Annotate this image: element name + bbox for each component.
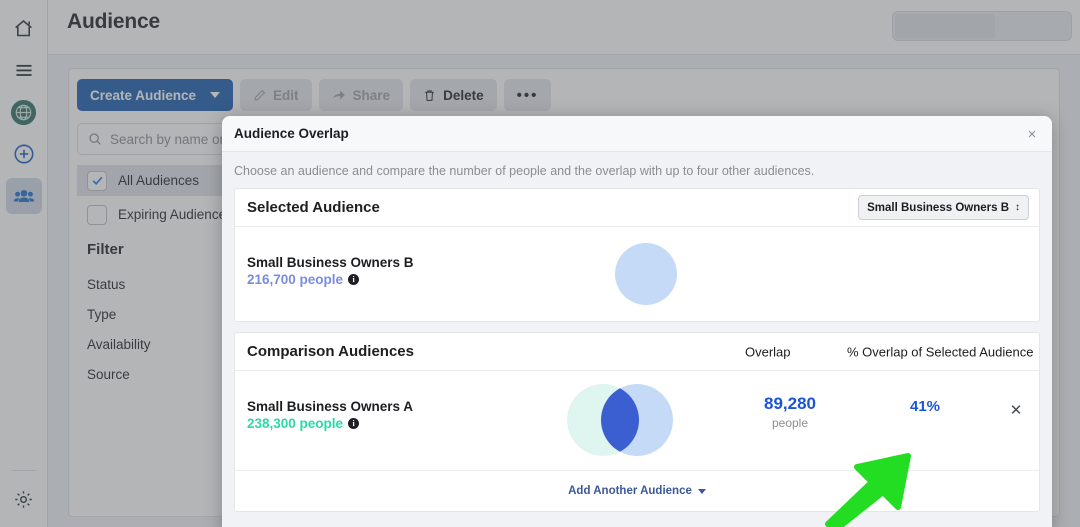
overlap-percent: 41%	[909, 398, 941, 415]
audience-select-dropdown[interactable]: Small Business Owners B ↕	[858, 195, 1029, 220]
remove-row-icon[interactable]: ✕	[1007, 401, 1025, 419]
updown-chevron-icon: ↕	[1015, 201, 1020, 213]
selected-audience-info: Small Business Owners B 216,700 people i	[247, 255, 414, 287]
comparison-audience-info: Small Business Owners A 238,300 people i	[247, 399, 413, 431]
audience-overlap-modal: Audience Overlap × Choose an audience an…	[222, 116, 1052, 527]
overlap-unit: people	[771, 416, 809, 430]
info-icon[interactable]: i	[348, 418, 360, 429]
modal-header: Audience Overlap ×	[222, 116, 1052, 152]
selected-audience-heading: Selected Audience	[247, 199, 380, 216]
comparison-audience-count-row: 238,300 people i	[247, 416, 413, 431]
selected-audience-header: Selected Audience Small Business Owners …	[235, 189, 1039, 227]
selected-audience-body: Small Business Owners B 216,700 people i	[235, 227, 1039, 321]
add-another-audience-label: Add Another Audience	[568, 485, 692, 497]
close-icon[interactable]: ×	[1022, 124, 1042, 144]
comparison-heading: Comparison Audiences	[247, 343, 414, 360]
chevron-down-icon	[697, 488, 706, 494]
venn-diagram	[567, 384, 673, 456]
selected-audience-circle	[615, 243, 677, 305]
selected-audience-count: 216,700 people	[247, 272, 344, 287]
comparison-audience-name: Small Business Owners A	[247, 399, 414, 414]
modal-title: Audience Overlap	[234, 126, 349, 141]
audience-overlap-screen: Audience Create Audience Edit Share Dele…	[0, 0, 1080, 527]
comparison-audience-count: 238,300 people	[247, 416, 344, 431]
column-header-percent: % Overlap of Selected Audience	[847, 344, 1034, 359]
audience-select-value: Small Business Owners B	[867, 201, 1009, 214]
info-icon[interactable]: i	[348, 274, 360, 285]
overlap-value: 89,280	[764, 394, 816, 413]
selected-audience-name: Small Business Owners B	[247, 255, 414, 270]
selected-audience-panel: Selected Audience Small Business Owners …	[234, 188, 1040, 322]
add-another-audience-button[interactable]: Add Another Audience	[235, 471, 1039, 511]
selected-audience-count-row: 216,700 people i	[247, 272, 414, 287]
overlap-value-group: 89,280 people	[735, 394, 845, 430]
table-row: Small Business Owners A 238,300 people i	[235, 371, 1039, 471]
column-header-overlap: Overlap	[745, 344, 791, 359]
comparison-header: Comparison Audiences Overlap % Overlap o…	[235, 333, 1039, 371]
modal-description: Choose an audience and compare the numbe…	[234, 164, 815, 178]
comparison-audiences-panel: Comparison Audiences Overlap % Overlap o…	[234, 332, 1040, 512]
